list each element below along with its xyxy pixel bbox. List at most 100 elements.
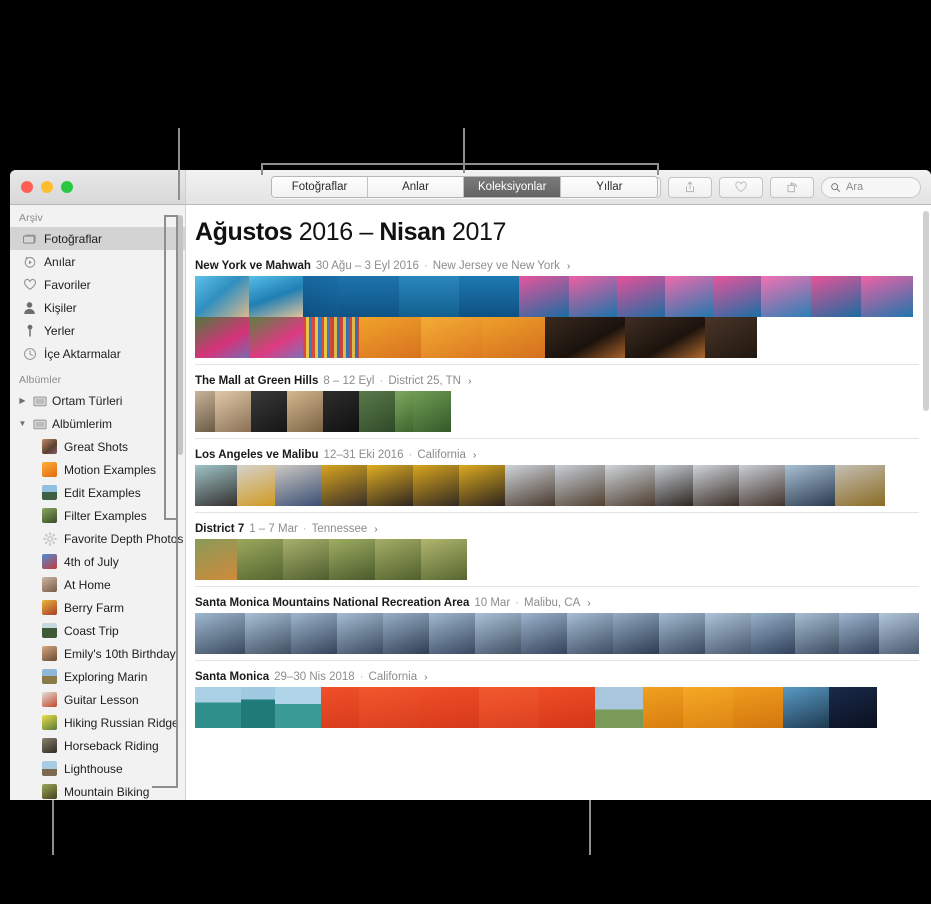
photo-thumbnail[interactable] xyxy=(751,613,795,655)
photo-thumbnail[interactable] xyxy=(249,317,303,359)
photo-thumbnail[interactable] xyxy=(321,687,359,729)
photo-thumbnail[interactable] xyxy=(665,276,713,318)
photo-thumbnail[interactable] xyxy=(241,687,275,729)
rotate-button[interactable] xyxy=(770,176,814,198)
photo-thumbnail[interactable] xyxy=(337,613,383,655)
photo-thumbnail[interactable] xyxy=(359,687,419,729)
photo-thumbnail[interactable] xyxy=(783,687,829,729)
sidebar-item-emilys-10th-birthday[interactable]: Emily's 10th Birthday xyxy=(10,642,185,665)
section-header[interactable]: District 7 1 – 7 Mar · Tennessee › xyxy=(195,515,919,539)
photo-thumbnail[interactable] xyxy=(483,317,545,359)
sidebar-item-ice-aktarmalar[interactable]: İçe Aktarmalar xyxy=(10,342,185,365)
chevron-right-icon[interactable]: › xyxy=(424,671,428,683)
photo-thumbnail[interactable] xyxy=(605,465,655,507)
photo-strip[interactable] xyxy=(195,539,919,581)
photo-thumbnail[interactable] xyxy=(359,317,421,359)
photo-thumbnail[interactable] xyxy=(835,465,885,507)
sidebar-item-hiking-russian-ridge[interactable]: Hiking Russian Ridge xyxy=(10,711,185,734)
photo-thumbnail[interactable] xyxy=(383,613,429,655)
photo-thumbnail[interactable] xyxy=(879,613,919,655)
sidebar-item-albumlerim[interactable]: ▼ Albümlerim xyxy=(10,412,185,435)
photo-thumbnail[interactable] xyxy=(861,276,913,318)
photo-thumbnail[interactable] xyxy=(375,539,421,581)
photo-thumbnail[interactable] xyxy=(275,465,321,507)
photo-thumbnail[interactable] xyxy=(329,539,375,581)
photo-thumbnail[interactable] xyxy=(713,276,761,318)
photo-thumbnail[interactable] xyxy=(399,276,459,318)
chevron-right-icon[interactable]: › xyxy=(567,260,571,272)
photo-strip[interactable] xyxy=(195,391,919,433)
favorite-button[interactable] xyxy=(719,176,763,198)
photo-thumbnail[interactable] xyxy=(475,613,521,655)
photo-thumbnail[interactable] xyxy=(625,317,705,359)
sidebar-item-edit-examples[interactable]: Edit Examples xyxy=(10,481,185,504)
chevron-down-icon[interactable]: ▼ xyxy=(18,419,27,428)
share-button[interactable] xyxy=(668,176,712,198)
photo-thumbnail[interactable] xyxy=(693,465,739,507)
photo-thumbnail[interactable] xyxy=(367,465,413,507)
sidebar-item-ortam-turleri[interactable]: ▶ Ortam Türleri xyxy=(10,389,185,412)
sidebar-item-coast-trip[interactable]: Coast Trip xyxy=(10,619,185,642)
photo-thumbnail[interactable] xyxy=(323,391,359,433)
photo-thumbnail[interactable] xyxy=(761,276,811,318)
tab-koleksiyonlar[interactable]: Koleksiyonlar xyxy=(464,177,562,197)
photo-thumbnail[interactable] xyxy=(739,465,785,507)
sidebar-item-great-shots[interactable]: Great Shots xyxy=(10,435,185,458)
section-header[interactable]: The Mall at Green Hills 8 – 12 Eyl · Dis… xyxy=(195,367,919,391)
photo-thumbnail[interactable] xyxy=(413,391,451,433)
photo-thumbnail[interactable] xyxy=(303,276,339,318)
sidebar-item-horseback-riding[interactable]: Horseback Riding xyxy=(10,734,185,757)
photo-thumbnail[interactable] xyxy=(195,317,249,359)
photo-thumbnail[interactable] xyxy=(195,276,249,318)
photo-thumbnail[interactable] xyxy=(643,687,683,729)
photo-thumbnail[interactable] xyxy=(275,687,321,729)
photo-thumbnail[interactable] xyxy=(733,687,783,729)
chevron-right-icon[interactable]: › xyxy=(587,597,591,609)
photo-thumbnail[interactable] xyxy=(519,276,569,318)
photo-strip[interactable] xyxy=(195,687,919,729)
photo-thumbnail[interactable] xyxy=(555,465,605,507)
photo-thumbnail[interactable] xyxy=(195,391,215,433)
sidebar-item-fotograflar[interactable]: Fotoğraflar xyxy=(10,227,185,250)
photo-thumbnail[interactable] xyxy=(505,465,555,507)
photo-thumbnail[interactable] xyxy=(595,687,643,729)
sidebar-item-anilar[interactable]: Anılar xyxy=(10,250,185,273)
zoom-button-icon[interactable] xyxy=(61,181,73,193)
photo-thumbnail[interactable] xyxy=(829,687,877,729)
photo-thumbnail[interactable] xyxy=(567,613,613,655)
photo-thumbnail[interactable] xyxy=(331,317,359,359)
photo-thumbnail[interactable] xyxy=(303,317,331,359)
photo-thumbnail[interactable] xyxy=(705,317,757,359)
photo-thumbnail[interactable] xyxy=(811,276,861,318)
traffic-lights[interactable] xyxy=(21,181,73,193)
sidebar-item-4th-of-july[interactable]: 4th of July xyxy=(10,550,185,573)
photo-thumbnail[interactable] xyxy=(237,539,283,581)
photo-thumbnail[interactable] xyxy=(215,391,251,433)
photo-thumbnail[interactable] xyxy=(429,613,475,655)
section-header[interactable]: Santa Monica Mountains National Recreati… xyxy=(195,589,919,613)
tab-yillar[interactable]: Yıllar xyxy=(561,177,658,197)
section-header[interactable]: New York ve Mahwah 30 Ağu – 3 Eyl 2016 ·… xyxy=(195,252,919,276)
close-button-icon[interactable] xyxy=(21,181,33,193)
sidebar-item-motion-examples[interactable]: Motion Examples xyxy=(10,458,185,481)
content-scrollbar[interactable] xyxy=(923,211,929,411)
photo-thumbnail[interactable] xyxy=(421,539,467,581)
photo-thumbnail[interactable] xyxy=(237,465,275,507)
photo-thumbnail[interactable] xyxy=(421,317,483,359)
photo-thumbnail[interactable] xyxy=(195,613,245,655)
sidebar-item-yerler[interactable]: Yerler xyxy=(10,319,185,342)
photo-thumbnail[interactable] xyxy=(359,391,395,433)
sidebar-item-favorite-depth-photos[interactable]: Favorite Depth Photos xyxy=(10,527,185,550)
photo-thumbnail[interactable] xyxy=(287,391,323,433)
photo-thumbnail[interactable] xyxy=(569,276,617,318)
photo-thumbnail[interactable] xyxy=(245,613,291,655)
sidebar-item-berry-farm[interactable]: Berry Farm xyxy=(10,596,185,619)
photo-thumbnail[interactable] xyxy=(195,687,241,729)
minimize-button-icon[interactable] xyxy=(41,181,53,193)
photo-thumbnail[interactable] xyxy=(321,465,367,507)
photo-strip[interactable] xyxy=(195,613,919,655)
photo-thumbnail[interactable] xyxy=(249,276,303,318)
photo-thumbnail[interactable] xyxy=(459,276,519,318)
chevron-right-icon[interactable]: ▶ xyxy=(18,396,27,405)
section-header[interactable]: Los Angeles ve Malibu 12–31 Eki 2016 · C… xyxy=(195,441,919,465)
